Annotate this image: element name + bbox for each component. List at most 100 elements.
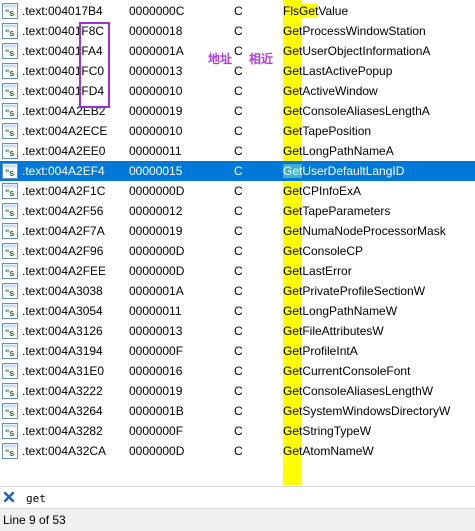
table-row[interactable]: "s .text:004A2EB2 00000019 C GetConsoleAlias…	[0, 101, 475, 121]
table-row[interactable]: "s .text:004A3194 0000000F C GetProfileIntA	[0, 341, 475, 361]
string-literal-icon: "s	[2, 363, 18, 379]
status-line-text: Line 9 of 53	[3, 513, 66, 527]
length-cell: 0000000D	[129, 264, 185, 278]
address-cell: .text:004A2F1C	[22, 184, 106, 198]
string-suffix: LastActivePopup	[302, 64, 393, 78]
type-cell: C	[234, 204, 243, 218]
string-suffix: ProcessWindowStation	[302, 24, 426, 38]
address-cell: .text:004A3194	[22, 344, 103, 358]
string-suffix: SystemWindowsDirectoryW	[302, 404, 451, 418]
table-row[interactable]: "s .text:004A2F96 0000000D C GetConsoleCP	[0, 241, 475, 261]
address-cell: .text:004A2EB2	[22, 104, 106, 118]
string-cell: GetLastError	[283, 261, 352, 281]
type-cell: C	[234, 164, 243, 178]
address-cell: .text:00401FD4	[22, 84, 105, 98]
string-suffix: StringTypeW	[302, 424, 372, 438]
string-suffix: ConsoleCP	[302, 244, 364, 258]
table-row[interactable]: "s .text:004A3222 00000019 C GetConsoleAlias…	[0, 381, 475, 401]
address-cell: .text:004A31E0	[22, 364, 105, 378]
string-match: Get	[283, 444, 303, 458]
annotation-similar-label: 相近	[248, 52, 275, 66]
string-match: Get	[283, 84, 303, 98]
table-row[interactable]: "s .text:004A3054 00000011 C GetLongPathName…	[0, 301, 475, 321]
table-row[interactable]: "s .text:00401F8C 00000018 C GetProcessWindo…	[0, 21, 475, 41]
address-cell: .text:004A2ECE	[22, 124, 108, 138]
string-literal-icon: "s	[2, 63, 18, 79]
table-row[interactable]: "s .text:00401FA4 0000001A C GetUserObjectIn…	[0, 41, 475, 61]
table-row[interactable]: "s .text:00401FC0 00000013 C GetLastActivePo…	[0, 61, 475, 81]
string-literal-icon: "s	[2, 3, 18, 19]
svg-text:"s: "s	[5, 208, 14, 218]
length-cell: 0000000F	[129, 344, 184, 358]
length-cell: 0000000D	[129, 184, 185, 198]
table-row[interactable]: "s .text:004A3038 0000001A C GetPrivateProfi…	[0, 281, 475, 301]
string-literal-icon: "s	[2, 223, 18, 239]
address-cell: .text:004A2F7A	[22, 224, 105, 238]
string-cell: GetNumaNodeProcessorMask	[283, 221, 446, 241]
table-row[interactable]: "s .text:004A2F56 00000012 C GetTapeParamete…	[0, 201, 475, 221]
table-row[interactable]: "s .text:004017B4 0000000C C FlsGetValue	[0, 1, 475, 21]
svg-text:"s: "s	[5, 28, 14, 38]
type-cell: C	[234, 24, 243, 38]
string-suffix: LongPathNameA	[302, 144, 394, 158]
string-match: Get	[283, 424, 303, 438]
string-cell: GetProcessWindowStation	[283, 21, 426, 41]
table-row[interactable]: "s .text:004A3264 0000001B C GetSystemWindow…	[0, 401, 475, 421]
string-cell: GetConsoleAliasesLengthW	[283, 381, 433, 401]
type-cell: C	[234, 4, 243, 18]
address-cell: .text:004A3126	[22, 324, 103, 338]
type-cell: C	[234, 124, 243, 138]
string-suffix: FileAttributesW	[302, 324, 384, 338]
type-cell: C	[234, 364, 243, 378]
svg-text:"s: "s	[5, 228, 14, 238]
svg-text:"s: "s	[5, 248, 14, 258]
string-literal-icon: "s	[2, 263, 18, 279]
length-cell: 00000013	[129, 64, 183, 78]
close-x-icon[interactable]	[2, 490, 16, 504]
table-row[interactable]: "s .text:004A31E0 00000016 C GetCurrentConso…	[0, 361, 475, 381]
string-match: Get	[283, 64, 303, 78]
table-row[interactable]: "s .text:004A2EE0 00000011 C GetLongPathName…	[0, 141, 475, 161]
type-cell: C	[234, 224, 243, 238]
string-cell: GetTapeParameters	[283, 201, 390, 221]
svg-text:"s: "s	[5, 348, 14, 358]
table-row[interactable]: "s .text:004A3126 00000013 C GetFileAttribut…	[0, 321, 475, 341]
svg-text:"s: "s	[5, 428, 14, 438]
string-literal-icon: "s	[2, 283, 18, 299]
table-row[interactable]: "s .text:004A2F1C 0000000D C GetCPInfoExA	[0, 181, 475, 201]
length-cell: 0000001A	[129, 284, 184, 298]
length-cell: 0000001A	[129, 44, 184, 58]
address-cell: .text:004A2EF4	[22, 164, 105, 178]
type-cell: C	[234, 284, 243, 298]
length-cell: 0000000D	[129, 244, 185, 258]
string-match: Get	[283, 384, 303, 398]
address-cell: .text:004A3264	[22, 404, 103, 418]
table-row[interactable]: "s .text:004A32CA 0000000D C GetAtomNameW	[0, 441, 475, 461]
svg-text:"s: "s	[5, 88, 14, 98]
table-row[interactable]: "s .text:004A2F7A 00000019 C GetNumaNodeProc…	[0, 221, 475, 241]
address-cell: .text:004A2FEE	[22, 264, 107, 278]
svg-text:"s: "s	[5, 308, 14, 318]
table-row[interactable]: "s .text:004A3282 0000000F C GetStringTypeW	[0, 421, 475, 441]
length-cell: 0000000D	[129, 444, 185, 458]
svg-text:"s: "s	[5, 448, 14, 458]
address-cell: .text:004A3038	[22, 284, 103, 298]
type-cell: C	[234, 44, 243, 58]
string-suffix: TapePosition	[302, 124, 372, 138]
type-cell: C	[234, 104, 243, 118]
type-cell: C	[234, 264, 243, 278]
table-row[interactable]: "s .text:004A2FEE 0000000D C GetLastError	[0, 261, 475, 281]
search-input[interactable]	[26, 490, 466, 506]
strings-list[interactable]: "s .text:004017B4 0000000C C FlsGetValue "s .t…	[0, 0, 475, 485]
type-cell: C	[234, 324, 243, 338]
annotation-address-label: 地址	[207, 52, 234, 66]
svg-text:"s: "s	[5, 48, 14, 58]
string-suffix: LongPathNameW	[302, 304, 398, 318]
table-row[interactable]: "s .text:004A2EF4 00000015 C GetUserDefaultL…	[0, 161, 475, 181]
string-literal-icon: "s	[2, 43, 18, 59]
type-cell: C	[234, 244, 243, 258]
table-row[interactable]: "s .text:004A2ECE 00000010 C GetTapePosition	[0, 121, 475, 141]
address-cell: .text:004A3282	[22, 424, 103, 438]
string-match: Get	[283, 244, 303, 258]
table-row[interactable]: "s .text:00401FD4 00000010 C GetActiveWindow	[0, 81, 475, 101]
